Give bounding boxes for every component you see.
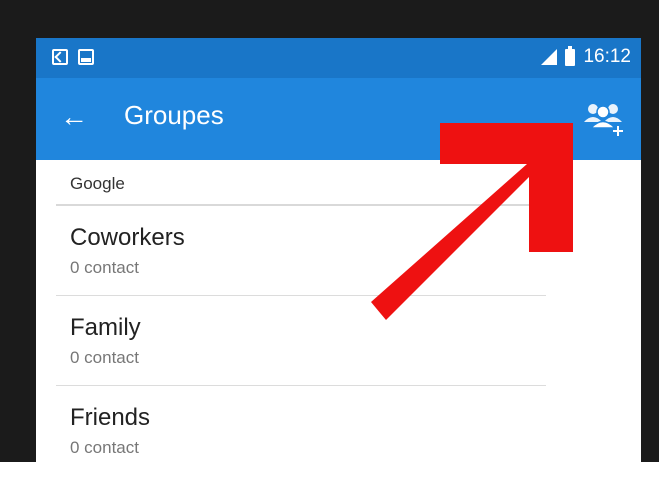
image-icon [78, 49, 94, 65]
group-item-friends[interactable]: Friends 0 contact [56, 386, 546, 462]
status-bar: 16:12 [36, 38, 641, 78]
group-count: 0 contact [70, 348, 139, 367]
battery-icon [565, 45, 576, 66]
phone-screen: 16:12 ← Groupes Google Coworkers 0 conta… [36, 38, 641, 462]
section-header-google: Google [56, 160, 546, 206]
page-title: Groupes [124, 100, 224, 130]
group-item-family[interactable]: Family 0 contact [56, 296, 546, 386]
signal-icon [541, 49, 558, 65]
app-bar: ← Groupes [36, 78, 641, 160]
groups-list: Google Coworkers 0 contact Family 0 cont… [56, 160, 546, 462]
status-right: 16:12 [541, 45, 631, 68]
group-name: Friends [70, 404, 151, 431]
status-left-icons [52, 49, 94, 65]
screenshot-frame: 16:12 ← Groupes Google Coworkers 0 conta… [0, 0, 659, 480]
back-arrow-icon[interactable]: ← [60, 102, 90, 132]
group-count: 0 contact [70, 258, 139, 277]
add-group-icon[interactable] [583, 98, 627, 138]
screenshot-icon [52, 49, 68, 65]
group-item-coworkers[interactable]: Coworkers 0 contact [56, 206, 546, 296]
group-name: Family [70, 314, 141, 341]
group-count: 0 contact [70, 438, 139, 457]
status-time: 16:12 [583, 46, 631, 67]
bezel-bottom [0, 462, 659, 480]
group-name: Coworkers [70, 224, 185, 251]
